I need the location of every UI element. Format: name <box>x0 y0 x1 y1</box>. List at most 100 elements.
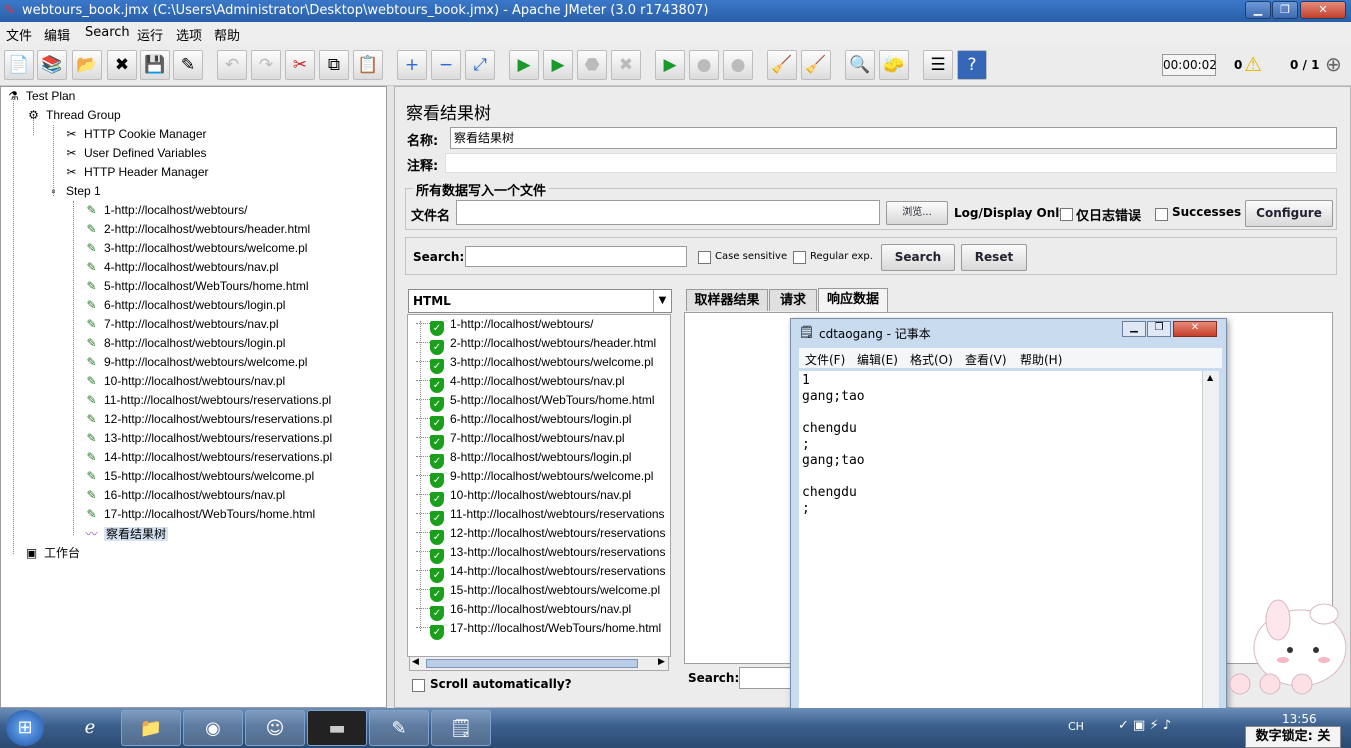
save-screenshot-icon[interactable]: ✎ <box>173 50 203 80</box>
regex-checkbox[interactable] <box>793 251 806 264</box>
menu-options[interactable]: 选项 <box>176 25 202 44</box>
toggle-icon[interactable]: ⤢ <box>465 50 495 80</box>
browse-button[interactable]: 浏览... <box>886 201 948 225</box>
start-icon[interactable]: ▶ <box>509 50 539 80</box>
templates-icon[interactable]: 📚 <box>37 50 67 80</box>
result-list-item[interactable]: ✓ 4-http://localhost/webtours/nav.pl <box>416 372 625 393</box>
reset-search-icon[interactable]: 🧽 <box>879 50 909 80</box>
result-list-item[interactable]: ✓ 10-http://localhost/webtours/nav.pl <box>416 486 631 507</box>
minimize-button[interactable]: ▁ <box>1245 1 1271 19</box>
paste-icon[interactable]: 📋 <box>353 50 383 80</box>
menu-run[interactable]: 运行 <box>137 25 163 44</box>
tray-icons[interactable]: ✓ ▣ ⚡ ♪ <box>1118 718 1171 733</box>
function-helper-icon[interactable]: ☰ <box>923 50 953 80</box>
result-list-item[interactable]: ✓ 1-http://localhost/webtours/ <box>416 315 593 336</box>
case-sensitive-checkbox[interactable] <box>698 251 711 264</box>
search-input[interactable] <box>465 246 687 267</box>
notepad-menu-view[interactable]: 查看(V) <box>965 351 1007 368</box>
help-icon[interactable]: ? <box>957 50 987 80</box>
explorer-icon[interactable]: 📁 <box>121 710 181 746</box>
horizontal-scrollbar[interactable]: ◀ ▶ <box>409 656 669 671</box>
tab-sampler-result[interactable]: 取样器结果 <box>686 289 768 311</box>
tree-node-cookie-manager[interactable]: ✂ HTTP Cookie Manager <box>63 125 206 144</box>
expand-icon[interactable]: + <box>397 50 427 80</box>
scroll-right-icon[interactable]: ▶ <box>658 657 665 667</box>
tree-node-sampler[interactable]: ✎ 6-http://localhost/webtours/login.pl <box>83 296 285 315</box>
notepad-scrollbar[interactable]: ▲ <box>1202 371 1219 711</box>
result-list-item[interactable]: ✓ 6-http://localhost/webtours/login.pl <box>416 410 631 431</box>
tree-node-thread-group[interactable]: ⚙ Thread Group <box>25 106 121 125</box>
result-list-item[interactable]: ✓ 15-http://localhost/webtours/welcome.pl <box>416 581 660 602</box>
tree-node-sampler[interactable]: ✎ 15-http://localhost/webtours/welcome.pl <box>83 467 314 486</box>
notepad-menu-format[interactable]: 格式(O) <box>910 351 953 368</box>
tree-node-user-variables[interactable]: ✂ User Defined Variables <box>63 144 206 163</box>
scroll-up-icon[interactable]: ▲ <box>1207 373 1213 382</box>
result-list-item[interactable]: ✓ 17-http://localhost/WebTours/home.html <box>416 619 661 640</box>
tree-node-test-plan[interactable]: ⚗ Test Plan <box>5 87 75 106</box>
tree-node-sampler[interactable]: ✎ 3-http://localhost/webtours/welcome.pl <box>83 239 307 258</box>
tree-node-sampler[interactable]: ✎ 10-http://localhost/webtours/nav.pl <box>83 372 285 391</box>
menu-search[interactable]: Search <box>85 25 130 40</box>
scroll-auto-checkbox[interactable] <box>412 679 425 692</box>
tree-node-sampler[interactable]: ✎ 8-http://localhost/webtours/login.pl <box>83 334 285 353</box>
start-no-pause-icon[interactable]: ▶ <box>543 50 573 80</box>
clear-icon[interactable]: 🧹 <box>767 50 797 80</box>
notepad-close-button[interactable]: ✕ <box>1173 321 1217 337</box>
cut-icon[interactable]: ✂ <box>285 50 315 80</box>
undo-icon[interactable]: ↶ <box>217 50 247 80</box>
close-window-button[interactable]: ✕ <box>1300 1 1346 19</box>
tree-node-sampler[interactable]: ✎ 2-http://localhost/webtours/header.html <box>83 220 310 239</box>
notepad-minimize-button[interactable]: ▁ <box>1122 321 1146 337</box>
result-list-item[interactable]: ✓ 9-http://localhost/webtours/welcome.pl <box>416 467 653 488</box>
tree-node-sampler[interactable]: ✎ 17-http://localhost/WebTours/home.html <box>83 505 315 524</box>
jmeter-icon[interactable]: ✎ <box>369 710 429 746</box>
notepad-menu-edit[interactable]: 编辑(E) <box>857 351 898 368</box>
tree-node-sampler[interactable]: ✎ 7-http://localhost/webtours/nav.pl <box>83 315 278 334</box>
clock[interactable]: 13:56 <box>1282 712 1317 726</box>
redo-icon[interactable]: ↷ <box>251 50 281 80</box>
chevron-down-icon[interactable]: ▼ <box>653 290 671 312</box>
clear-all-icon[interactable]: 🧹 <box>801 50 831 80</box>
reset-button[interactable]: Reset <box>961 244 1027 271</box>
scrollbar-thumb[interactable] <box>426 659 638 668</box>
maximize-button[interactable]: ❐ <box>1272 1 1298 19</box>
tree-node-sampler[interactable]: ✎ 12-http://localhost/webtours/reservatio… <box>83 410 332 429</box>
qq-icon[interactable]: ☺ <box>245 710 305 746</box>
menu-help[interactable]: 帮助 <box>214 25 240 44</box>
tree-node-sampler[interactable]: ✎ 9-http://localhost/webtours/welcome.pl <box>83 353 307 372</box>
tree-node-sampler[interactable]: ✎ 11-http://localhost/webtours/reservatio… <box>83 391 331 410</box>
successes-checkbox[interactable] <box>1155 208 1168 221</box>
notepad-menu-file[interactable]: 文件(F) <box>805 351 845 368</box>
tree-node-workbench[interactable]: ▣ 工作台 <box>23 544 80 563</box>
tab-request[interactable]: 请求 <box>769 289 817 311</box>
result-list-item[interactable]: ✓ 5-http://localhost/WebTours/home.html <box>416 391 655 412</box>
collapse-icon[interactable]: − <box>431 50 461 80</box>
tree-node-sampler[interactable]: ✎ 16-http://localhost/webtours/nav.pl <box>83 486 285 505</box>
notepad-text-area[interactable]: 1 gang;tao chengdu ; gang;tao chengdu ; <box>799 371 1202 711</box>
renderer-select[interactable]: HTML ▼ <box>408 289 672 313</box>
copy-icon[interactable]: ⧉ <box>319 50 349 80</box>
result-list-item[interactable]: ✓ 8-http://localhost/webtours/login.pl <box>416 448 631 469</box>
filename-field[interactable] <box>456 200 880 225</box>
close-file-icon[interactable]: ✖ <box>107 50 137 80</box>
remote-stop-icon[interactable]: ● <box>689 50 719 80</box>
result-list-item[interactable]: ✓ 2-http://localhost/webtours/header.html <box>416 334 656 355</box>
warning-icon[interactable]: ⚠ <box>1244 52 1262 76</box>
menu-edit[interactable]: 编辑 <box>44 25 70 44</box>
tab-response-data[interactable]: 响应数据 <box>818 288 888 312</box>
result-list-item[interactable]: ✓ 3-http://localhost/webtours/welcome.pl <box>416 353 653 374</box>
start-menu-icon[interactable]: ⊞ <box>6 710 44 746</box>
errors-only-checkbox[interactable] <box>1060 208 1073 221</box>
result-list-item[interactable]: ✓ 14-http://localhost/webtours/reservatio… <box>416 562 665 583</box>
tree-node-header-manager[interactable]: ✂ HTTP Header Manager <box>63 163 208 182</box>
tree-node-sampler[interactable]: ✎ 14-http://localhost/webtours/reservatio… <box>83 448 332 467</box>
result-list-item[interactable]: ✓ 13-http://localhost/webtours/reservatio… <box>416 543 665 564</box>
comment-field[interactable] <box>445 153 1337 173</box>
notepad-task-icon[interactable]: 🗒 <box>431 710 491 746</box>
save-icon[interactable]: 💾 <box>140 50 170 80</box>
tree-node-sampler[interactable]: ✎ 5-http://localhost/WebTours/home.html <box>83 277 308 296</box>
remote-exit-icon[interactable]: ● <box>723 50 753 80</box>
result-list-item[interactable]: ✓ 7-http://localhost/webtours/nav.pl <box>416 429 625 450</box>
chrome-icon[interactable]: ◉ <box>183 710 243 746</box>
result-list-item[interactable]: ✓ 11-http://localhost/webtours/reservatio… <box>416 505 665 526</box>
